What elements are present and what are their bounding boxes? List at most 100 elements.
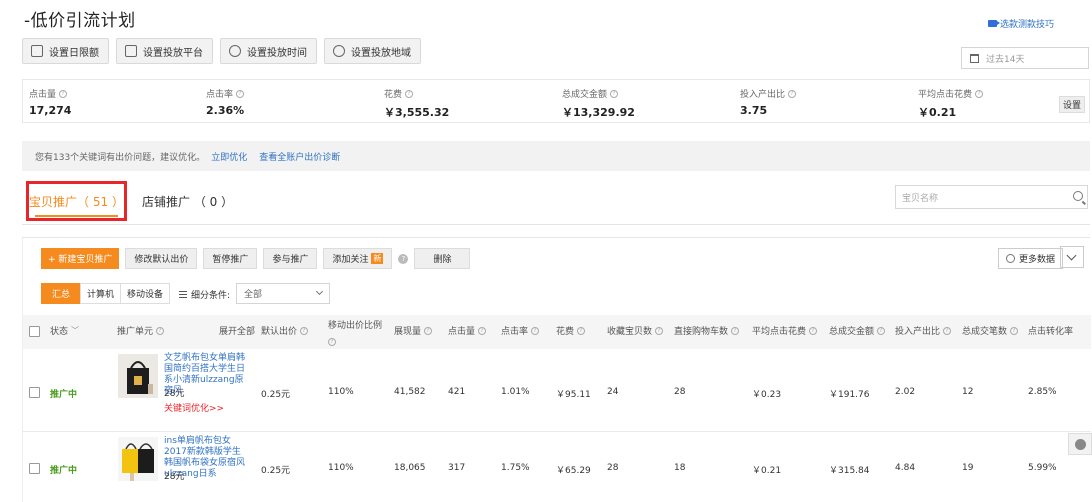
bid-notice-bar: 您有133个关键词有出价问题，建议优化。 立即优化 查看全账户出价诊断 bbox=[22, 141, 1090, 171]
video-camera-icon bbox=[987, 20, 1000, 27]
expand-all-link[interactable]: 展开全部 bbox=[219, 324, 255, 337]
col-roi[interactable]: 投入产出比? bbox=[895, 324, 952, 337]
clicks-cell: 421 bbox=[448, 387, 466, 397]
table-row: 推广中 ins单肩帆布包女2017新款韩版学生韩国帆布袋女原宿风ulzzang日… bbox=[23, 433, 1091, 502]
metrics-setting-button[interactable]: 设置 bbox=[1058, 96, 1085, 113]
table-row: 推广中 文艺帆布包女单肩韩国简约百搭大学生日系小清新ulzzang原宿风 28元… bbox=[23, 350, 1091, 432]
col-impressions[interactable]: 展现量? bbox=[394, 324, 433, 337]
join-promo-button[interactable]: 参与推广 bbox=[263, 248, 318, 269]
set-platform-button[interactable]: 设置投放平台 bbox=[116, 38, 213, 64]
row-checkbox[interactable] bbox=[29, 387, 40, 398]
col-status[interactable]: 状态 ﹀ bbox=[50, 324, 79, 337]
more-data-button[interactable]: 更多数据 bbox=[998, 248, 1064, 269]
help-icon[interactable]: ? bbox=[398, 253, 409, 264]
list-icon bbox=[179, 291, 187, 298]
help-link-label: 选款测款技巧 bbox=[999, 20, 1054, 30]
ctr-cell: 1.75% bbox=[501, 463, 530, 473]
col-cvr[interactable]: 点击转化率 bbox=[1028, 324, 1073, 337]
col-cart-adds[interactable]: 直接购物车数? bbox=[674, 324, 740, 337]
help-icon[interactable]: ? bbox=[975, 89, 984, 98]
location-icon bbox=[333, 45, 345, 57]
metric-roi: 投入产出比? 3.75 bbox=[740, 87, 797, 117]
date-range-picker[interactable]: 过去14天 bbox=[961, 47, 1089, 69]
col-fav-items[interactable]: 收藏宝贝数? bbox=[607, 324, 664, 337]
total-sales-cell: ￥315.84 bbox=[829, 466, 870, 476]
cvr-cell: 2.85% bbox=[1028, 387, 1057, 397]
product-thumbnail[interactable] bbox=[118, 354, 158, 398]
add-follow-button[interactable]: 添加关注 新 bbox=[323, 248, 393, 269]
segment-mobile[interactable]: 移动设备 bbox=[120, 283, 171, 304]
settings-toolbar: 设置日限额 设置投放平台 设置投放时间 设置投放地域 bbox=[22, 38, 421, 64]
optimize-now-link[interactable]: 立即优化 bbox=[211, 150, 247, 163]
mobile-ratio-cell: 110% bbox=[328, 463, 354, 473]
calendar-icon bbox=[970, 53, 979, 63]
status-label: 推广中 bbox=[50, 466, 78, 476]
cost-cell: ￥95.11 bbox=[556, 390, 591, 400]
metric-avg-cpc: 平均点击花费? ￥0.21 bbox=[918, 87, 984, 120]
filter-label: 细分条件: bbox=[179, 288, 230, 301]
col-total-sales[interactable]: 总成交金额? bbox=[829, 324, 886, 337]
help-icon[interactable]: ? bbox=[788, 89, 797, 98]
customer-service-icon bbox=[1075, 439, 1086, 450]
default-bid-cell[interactable]: 0.25元 bbox=[261, 463, 290, 476]
page-title: -低价引流计划 bbox=[24, 11, 136, 31]
new-item-promo-button[interactable]: + 新建宝贝推广 bbox=[41, 248, 120, 269]
item-search-input[interactable]: 宝贝名称 bbox=[895, 185, 1088, 209]
action-toolbar: + 新建宝贝推广 修改默认出价 暂停推广 参与推广 添加关注 新 ? 删除 bbox=[41, 248, 471, 269]
clicks-cell: 317 bbox=[448, 463, 466, 473]
cvr-cell: 5.99% bbox=[1028, 463, 1057, 473]
total-sales-cell: ￥191.76 bbox=[829, 390, 870, 400]
col-avg-cpc[interactable]: 平均点击花费? bbox=[752, 324, 818, 337]
delete-button[interactable]: 删除 bbox=[414, 248, 471, 269]
feedback-float-button[interactable] bbox=[1068, 433, 1092, 455]
col-default-bid: 默认出价? bbox=[261, 324, 309, 337]
tab-item-promotion[interactable]: 宝贝推广（ 51 ） bbox=[26, 181, 127, 221]
select-all-checkbox[interactable] bbox=[29, 326, 40, 337]
col-ctr[interactable]: 点击率? bbox=[501, 324, 540, 337]
avg-cpc-cell: ￥0.21 bbox=[752, 466, 782, 476]
col-unit: 推广单元? bbox=[117, 324, 165, 337]
set-region-button[interactable]: 设置投放地域 bbox=[324, 38, 421, 64]
default-bid-cell[interactable]: 0.25元 bbox=[261, 387, 290, 400]
help-icon[interactable]: ? bbox=[405, 89, 414, 98]
table-header: 状态 ﹀ 推广单元? 展开全部 默认出价? 移动出价比例? 展现量? 点击量? 点… bbox=[23, 315, 1091, 349]
segment-pc[interactable]: 计算机 bbox=[80, 283, 122, 304]
segment-all[interactable]: 汇总 bbox=[41, 283, 82, 304]
filter-select[interactable]: 全部 bbox=[236, 283, 330, 304]
account-diagnosis-link[interactable]: 查看全账户出价诊断 bbox=[259, 150, 340, 163]
date-range-value: 过去14天 bbox=[986, 54, 1025, 65]
help-icon[interactable]: ? bbox=[610, 89, 619, 98]
pause-promo-button[interactable]: 暂停推广 bbox=[203, 248, 258, 269]
cart-adds-cell: 18 bbox=[674, 463, 686, 473]
help-icon[interactable]: ? bbox=[59, 89, 68, 98]
help-link[interactable]: 选款测款技巧 bbox=[987, 17, 1054, 30]
new-badge: 新 bbox=[371, 253, 384, 264]
set-daily-limit-button[interactable]: 设置日限额 bbox=[22, 38, 109, 64]
status-label: 推广中 bbox=[50, 390, 78, 400]
help-icon[interactable]: ? bbox=[236, 89, 245, 98]
keyword-optimize-link[interactable]: 关键词优化>> bbox=[164, 401, 224, 414]
product-thumbnail[interactable] bbox=[118, 437, 158, 481]
col-cost[interactable]: 花费? bbox=[556, 324, 586, 337]
tab-store-promotion[interactable]: 店铺推广 （ 0 ） bbox=[142, 193, 233, 210]
chevron-down-icon bbox=[315, 287, 324, 296]
col-mobile-ratio: 移动出价比例? bbox=[328, 321, 383, 346]
search-icon[interactable] bbox=[1073, 191, 1083, 201]
collapse-toggle-button[interactable] bbox=[1060, 246, 1084, 268]
impressions-cell: 41,582 bbox=[394, 387, 426, 397]
total-orders-cell: 12 bbox=[962, 387, 974, 397]
total-orders-cell: 19 bbox=[962, 463, 974, 473]
edit-default-bid-button[interactable]: 修改默认出价 bbox=[125, 248, 198, 269]
cart-adds-cell: 28 bbox=[674, 387, 686, 397]
avg-cpc-cell: ￥0.23 bbox=[752, 390, 782, 400]
roi-cell: 2.02 bbox=[895, 387, 916, 397]
col-clicks[interactable]: 点击量? bbox=[448, 324, 487, 337]
metric-clicks: 点击量? 17,274 bbox=[29, 89, 72, 117]
impressions-cell: 18,065 bbox=[394, 463, 426, 473]
set-schedule-button[interactable]: 设置投放时间 bbox=[220, 38, 317, 64]
row-checkbox[interactable] bbox=[29, 463, 40, 474]
ctr-cell: 1.01% bbox=[501, 387, 530, 397]
roi-cell: 4.84 bbox=[895, 463, 916, 473]
col-total-orders[interactable]: 总成交笔数? bbox=[962, 324, 1019, 337]
chevron-down-icon bbox=[1066, 250, 1077, 261]
